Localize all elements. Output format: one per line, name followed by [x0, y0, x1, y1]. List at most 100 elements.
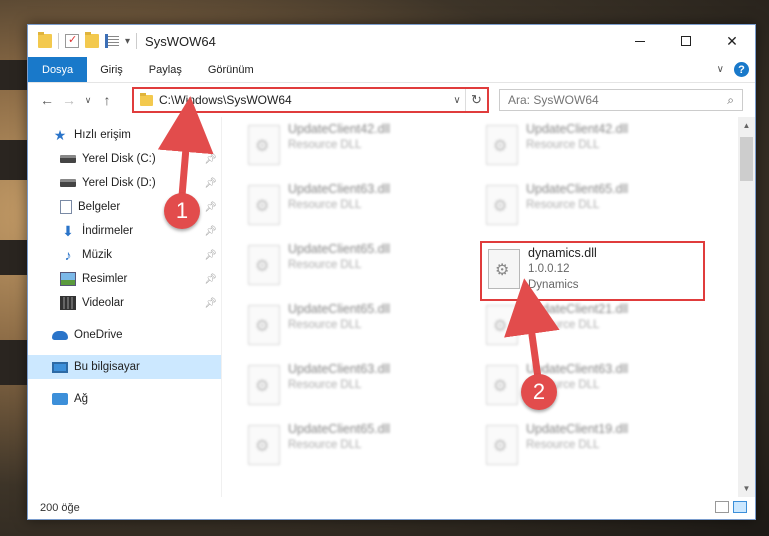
file-name: UpdateClient42.dll: [526, 122, 629, 136]
file-item[interactable]: UpdateClient65.dll Resource DLL: [242, 419, 462, 475]
pin-icon: 📌︎: [204, 153, 217, 165]
toolbar-separator: [58, 33, 59, 49]
file-name: UpdateClient65.dll: [288, 422, 391, 436]
refresh-icon[interactable]: ↻: [465, 89, 487, 111]
file-item[interactable]: UpdateClient19.dll Resource DLL: [480, 419, 700, 475]
sidebar-item-label: Ağ: [74, 393, 89, 405]
pin-icon: 📌︎: [204, 201, 217, 213]
file-name: UpdateClient65.dll: [288, 302, 391, 316]
sidebar-item-label: Yerel Disk (C:): [82, 153, 156, 165]
new-folder-icon[interactable]: [85, 32, 99, 48]
file-item[interactable]: UpdateClient65.dll Resource DLL: [480, 179, 700, 235]
dll-file-icon: [248, 245, 280, 285]
navigation-bar: ← → ∨ ↑ C:\Windows\SysWOW64 ∨ ↻ ⌕: [28, 83, 755, 117]
file-item[interactable]: UpdateClient63.dll Resource DLL: [242, 359, 462, 415]
tab-file[interactable]: Dosya: [28, 57, 88, 82]
search-box[interactable]: ⌕: [499, 89, 743, 111]
sidebar-item-label: Yerel Disk (D:): [82, 177, 156, 189]
file-type: Resource DLL: [526, 319, 600, 331]
tab-view[interactable]: Görünüm: [195, 57, 267, 82]
file-type: Resource DLL: [288, 199, 362, 211]
file-item[interactable]: UpdateClient63.dllResource DLL: [242, 179, 462, 235]
sidebar-item-onedrive[interactable]: OneDrive: [28, 323, 221, 347]
file-item[interactable]: UpdateClient42.dll Resource DLL: [480, 119, 700, 175]
sidebar-item-this-pc[interactable]: Bu bilgisayar: [28, 355, 221, 379]
search-input[interactable]: [508, 93, 728, 107]
maximize-button[interactable]: [663, 25, 709, 57]
sidebar-item-label: Müzik: [82, 249, 113, 261]
maximize-icon: [681, 36, 691, 46]
address-bar[interactable]: C:\Windows\SysWOW64 ∨ ↻: [132, 87, 489, 113]
file-name: UpdateClient19.dll: [526, 422, 629, 436]
sidebar-item-quick-access[interactable]: ★ Hızlı erişim: [28, 123, 221, 147]
customize-toolbar-icon[interactable]: ▾: [125, 36, 130, 47]
scroll-thumb[interactable]: [740, 137, 753, 181]
music-icon: ♪: [64, 247, 72, 263]
file-type: Resource DLL: [288, 379, 362, 391]
properties-icon[interactable]: [65, 33, 79, 48]
file-type: Resource DLL: [526, 139, 600, 151]
file-type: Resource DLL: [288, 439, 362, 451]
vertical-scrollbar[interactable]: ▲ ▼: [738, 117, 755, 497]
recent-locations-icon[interactable]: ∨: [80, 95, 96, 106]
dll-file-icon: [486, 425, 518, 465]
close-button[interactable]: ✕: [709, 25, 755, 57]
sidebar-item-disk-d[interactable]: Yerel Disk (D:) 📌︎: [28, 171, 221, 195]
file-item[interactable]: UpdateClient65.dll Resource DLL: [242, 239, 462, 295]
tiles-view-icon[interactable]: [733, 501, 747, 513]
folder-icon: [140, 92, 153, 106]
folder-icon: [38, 32, 52, 48]
minimize-button[interactable]: [617, 25, 663, 57]
window-controls: ✕: [617, 25, 755, 57]
sidebar-item-disk-c[interactable]: Yerel Disk (C:) 📌︎: [28, 147, 221, 171]
item-count: 200 öğe: [40, 502, 80, 514]
file-item-highlighted[interactable]: dynamics.dll 1.0.0.12 Dynamics: [480, 241, 705, 301]
sidebar-item-label: İndirmeler: [82, 225, 134, 237]
sidebar-item-label: Hızlı erişim: [74, 129, 131, 141]
sidebar-item-music[interactable]: ♪ Müzik 📌︎: [28, 243, 221, 267]
sidebar-item-label: Videolar: [82, 297, 124, 309]
file-type: Resource DLL: [288, 319, 362, 331]
sidebar-item-videos[interactable]: Videolar 📌︎: [28, 291, 221, 315]
help-icon[interactable]: ?: [734, 62, 749, 77]
documents-icon: [60, 200, 72, 214]
address-dropdown-icon[interactable]: ∨: [449, 95, 465, 106]
dll-file-icon: [486, 305, 518, 345]
pin-icon: 📌︎: [204, 273, 217, 285]
up-arrow-icon[interactable]: ↑: [96, 92, 118, 108]
background-stripe: [0, 340, 30, 385]
rename-icon[interactable]: [105, 34, 119, 48]
dll-file-icon: [248, 305, 280, 345]
scroll-up-icon[interactable]: ▲: [738, 117, 755, 134]
dll-file-icon: [488, 249, 520, 289]
tab-home[interactable]: Giriş: [87, 57, 136, 82]
dll-file-icon: [248, 185, 280, 225]
file-name: UpdateClient65.dll: [526, 182, 629, 196]
forward-arrow-icon[interactable]: →: [58, 92, 80, 108]
details-view-icon[interactable]: [715, 501, 729, 513]
file-name: UpdateClient65.dll: [288, 242, 391, 256]
file-name: UpdateClient63.dll: [288, 362, 391, 376]
file-type: Resource DLL: [288, 259, 362, 271]
scroll-down-icon[interactable]: ▼: [738, 480, 755, 497]
callout-marker-1: 1: [164, 193, 200, 229]
file-item[interactable]: UpdateClient42.dll Resource DLL: [242, 119, 462, 175]
ribbon-right: ∨ ?: [717, 62, 749, 77]
file-description: Dynamics: [528, 279, 579, 291]
expand-ribbon-icon[interactable]: ∨: [717, 64, 724, 75]
file-name: UpdateClient42.dll: [288, 122, 391, 136]
address-path[interactable]: C:\Windows\SysWOW64: [159, 93, 449, 107]
drive-icon: [60, 155, 76, 163]
file-item[interactable]: UpdateClient21.dll Resource DLL: [480, 299, 700, 355]
callout-marker-2: 2: [521, 374, 557, 410]
file-item[interactable]: UpdateClient63.dllResource DLL: [480, 359, 700, 415]
sidebar-item-label: Bu bilgisayar: [74, 361, 140, 373]
tab-share[interactable]: Paylaş: [136, 57, 195, 82]
sidebar-item-pictures[interactable]: Resimler 📌︎: [28, 267, 221, 291]
file-item[interactable]: UpdateClient65.dll Resource DLL: [242, 299, 462, 355]
back-arrow-icon[interactable]: ←: [36, 92, 58, 108]
view-switcher: [715, 501, 747, 513]
sidebar-item-network[interactable]: Ağ: [28, 387, 221, 411]
sidebar-item-label: Resimler: [82, 273, 128, 285]
explorer-window: ▾ SysWOW64 ✕ Dosya Giriş Paylaş Görünüm …: [27, 24, 756, 520]
